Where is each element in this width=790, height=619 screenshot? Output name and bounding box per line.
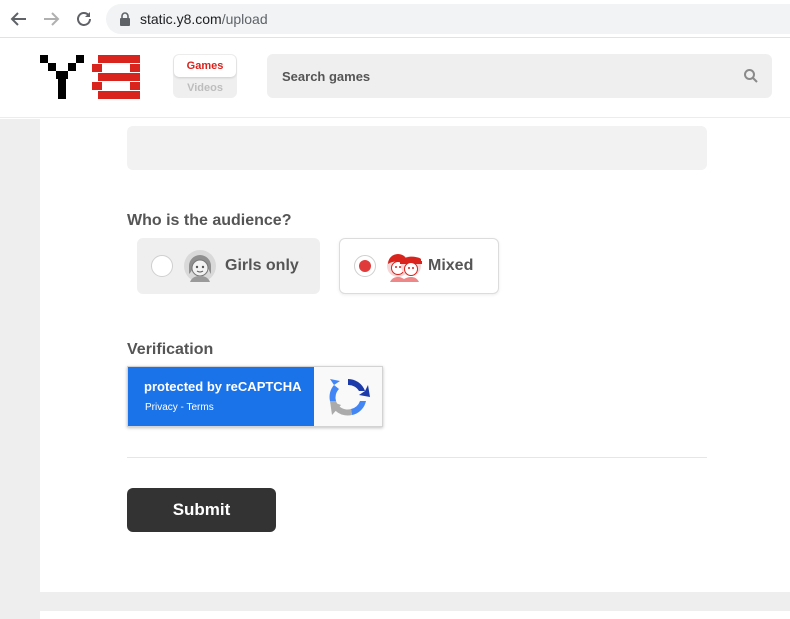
option-label-mixed: Mixed [428, 257, 474, 274]
recaptcha-links[interactable]: Privacy - Terms [145, 402, 214, 413]
audience-option-mixed[interactable]: Mixed [339, 238, 499, 294]
radio-selected-dot [359, 260, 371, 272]
audience-label: Who is the audience? [127, 212, 292, 229]
verification-label: Verification [127, 341, 214, 358]
footer-strip [40, 592, 790, 611]
search-input[interactable] [267, 54, 737, 98]
back-arrow-icon[interactable] [8, 8, 30, 30]
radio-girls-only[interactable] [151, 255, 173, 277]
girl-avatar-icon [183, 249, 217, 283]
url-host: static.y8.com [140, 11, 222, 27]
switch-videos-button[interactable]: Videos [174, 78, 236, 98]
audience-option-girls[interactable]: Girls only [137, 238, 320, 294]
left-gutter [0, 119, 40, 619]
option-label-girls: Girls only [225, 257, 299, 274]
y8-logo[interactable] [40, 55, 140, 99]
search-icon[interactable] [743, 68, 759, 84]
search-bar [267, 54, 772, 98]
url-path: /upload [221, 11, 268, 27]
site-header: Games Videos [0, 38, 790, 118]
recaptcha-logo-icon [326, 375, 370, 419]
lock-icon [118, 12, 132, 26]
recaptcha-info-panel: protected by reCAPTCHA Privacy - Terms [128, 367, 314, 426]
browser-toolbar: static.y8.com/upload [0, 0, 790, 38]
submit-button[interactable]: Submit [127, 488, 276, 532]
address-bar[interactable]: static.y8.com/upload [106, 4, 790, 34]
content-switcher: Games Videos [173, 54, 237, 98]
radio-mixed[interactable] [354, 255, 376, 277]
recaptcha-widget[interactable]: protected by reCAPTCHA Privacy - Terms [127, 366, 383, 427]
text-input-field[interactable] [127, 126, 707, 170]
recaptcha-text: protected by reCAPTCHA [144, 379, 302, 394]
forward-arrow-icon[interactable] [40, 8, 62, 30]
reload-icon[interactable] [73, 8, 95, 30]
switch-games-button[interactable]: Games [174, 55, 236, 77]
form-divider [127, 457, 707, 458]
mixed-avatar-icon [386, 249, 422, 283]
